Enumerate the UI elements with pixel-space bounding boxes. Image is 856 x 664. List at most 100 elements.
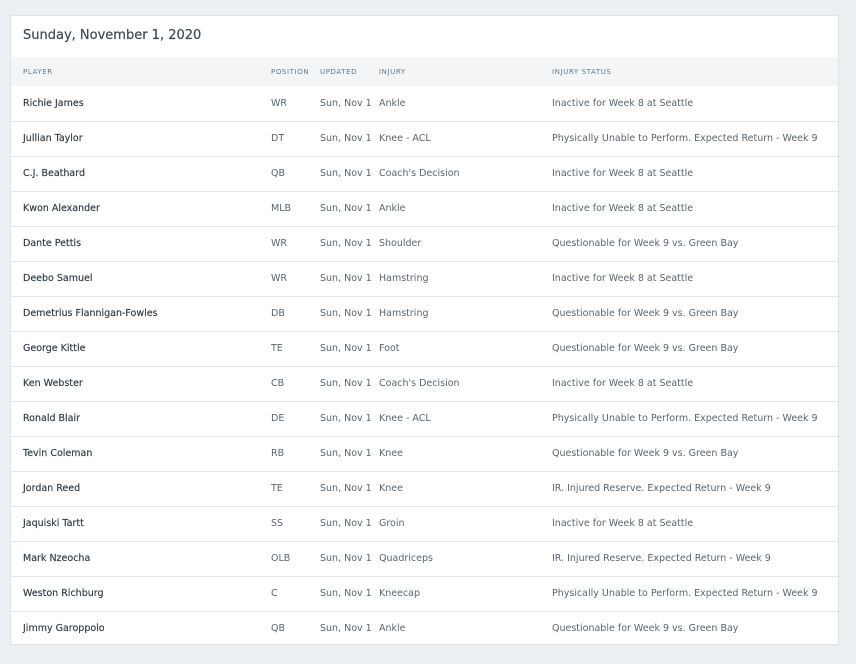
table-row: Dante Pettis WR Sun, Nov 1 Shoulder Ques… [11, 226, 838, 261]
updated-date: Sun, Nov 1 [320, 133, 372, 144]
player-name: Ken Webster [23, 378, 83, 389]
injury-status: Inactive for Week 8 at Seattle [552, 203, 694, 214]
injury-status: Inactive for Week 8 at Seattle [552, 273, 694, 284]
injury-type: Hamstring [379, 308, 429, 319]
player-position: TE [271, 343, 283, 354]
player-position: QB [271, 168, 285, 179]
column-header-injury: INJURY [379, 67, 406, 76]
injury-type: Coach's Decision [379, 168, 460, 179]
injury-status: IR. Injured Reserve. Expected Return - W… [552, 483, 771, 494]
player-position: DT [271, 133, 285, 144]
player-position: TE [271, 483, 283, 494]
injury-type: Knee - ACL [379, 413, 431, 424]
updated-date: Sun, Nov 1 [320, 273, 372, 284]
player-position: WR [271, 238, 287, 249]
injury-type: Hamstring [379, 273, 429, 284]
updated-date: Sun, Nov 1 [320, 588, 372, 599]
table-row: Mark Nzeocha OLB Sun, Nov 1 Quadriceps I… [11, 541, 838, 576]
updated-date: Sun, Nov 1 [320, 518, 372, 529]
updated-date: Sun, Nov 1 [320, 483, 372, 494]
injury-type: Knee - ACL [379, 133, 431, 144]
player-position: OLB [271, 553, 291, 564]
injury-status: Physically Unable to Perform. Expected R… [552, 413, 818, 424]
updated-date: Sun, Nov 1 [320, 238, 372, 249]
injury-status: Inactive for Week 8 at Seattle [552, 168, 694, 179]
column-header-player: PLAYER [23, 67, 53, 76]
injury-table-header: PLAYER POSITION UPDATED INJURY INJURY ST… [11, 57, 838, 86]
injury-type: Ankle [379, 203, 406, 214]
injury-status: Physically Unable to Perform. Expected R… [552, 133, 818, 144]
table-row: Jullian Taylor DT Sun, Nov 1 Knee - ACL … [11, 121, 838, 156]
injury-status: Questionable for Week 9 vs. Green Bay [552, 308, 739, 319]
player-name: George Kittle [23, 343, 86, 354]
updated-date: Sun, Nov 1 [320, 553, 372, 564]
injury-type: Ankle [379, 623, 406, 635]
player-name: Jullian Taylor [23, 133, 83, 144]
updated-date: Sun, Nov 1 [320, 203, 372, 214]
player-name: Jordan Reed [23, 483, 81, 494]
updated-date: Sun, Nov 1 [320, 623, 372, 635]
updated-date: Sun, Nov 1 [320, 97, 372, 109]
injury-status: Questionable for Week 9 vs. Green Bay [552, 343, 739, 354]
section-date-heading: Sunday, November 1, 2020 [23, 28, 202, 43]
player-position: QB [271, 623, 285, 635]
table-row: Jimmy Garoppolo QB Sun, Nov 1 Ankle Ques… [11, 611, 838, 644]
injury-type: Coach's Decision [379, 378, 460, 389]
player-position: CB [271, 378, 285, 389]
player-position: MLB [271, 203, 292, 214]
player-name: C.J. Beathard [23, 168, 86, 179]
table-row: Demetrius Flannigan-Fowles DB Sun, Nov 1… [11, 296, 838, 331]
injury-status: Inactive for Week 8 at Seattle [552, 518, 694, 529]
injury-table: PLAYER POSITION UPDATED INJURY INJURY ST… [11, 57, 838, 644]
injury-type: Knee [379, 448, 403, 459]
player-position: DB [271, 308, 285, 319]
table-row: Kwon Alexander MLB Sun, Nov 1 Ankle Inac… [11, 191, 838, 226]
player-name: Mark Nzeocha [23, 553, 91, 564]
player-position: SS [271, 518, 284, 529]
header-row: PLAYER POSITION UPDATED INJURY INJURY ST… [11, 57, 838, 86]
injury-type: Foot [379, 343, 400, 354]
player-name: Deebo Samuel [23, 273, 93, 284]
player-position: C [271, 588, 278, 599]
player-name: Demetrius Flannigan-Fowles [23, 308, 158, 319]
player-position: RB [271, 448, 285, 459]
injury-status: Physically Unable to Perform. Expected R… [552, 588, 818, 599]
updated-date: Sun, Nov 1 [320, 308, 372, 319]
player-name: Richie James [23, 97, 84, 109]
column-header-position: POSITION [271, 67, 310, 76]
injury-type: Ankle [379, 97, 406, 109]
injury-status: IR. Injured Reserve. Expected Return - W… [552, 553, 771, 564]
injury-status: Inactive for Week 8 at Seattle [552, 378, 694, 389]
table-row: Ken Webster CB Sun, Nov 1 Coach's Decisi… [11, 366, 838, 401]
table-row: Jaquiski Tartt SS Sun, Nov 1 Groin Inact… [11, 506, 838, 541]
updated-date: Sun, Nov 1 [320, 413, 372, 424]
injury-type: Quadriceps [379, 553, 433, 564]
updated-date: Sun, Nov 1 [320, 448, 372, 459]
table-row: Ronald Blair DE Sun, Nov 1 Knee - ACL Ph… [11, 401, 838, 436]
injury-status: Questionable for Week 9 vs. Green Bay [552, 623, 739, 635]
table-row: Tevin Coleman RB Sun, Nov 1 Knee Questio… [11, 436, 838, 471]
player-name: Jaquiski Tartt [23, 518, 84, 529]
injury-table-body: Richie James WR Sun, Nov 1 Ankle Inactiv… [11, 86, 838, 644]
updated-date: Sun, Nov 1 [320, 378, 372, 389]
injury-type: Groin [379, 518, 405, 529]
table-row: Deebo Samuel WR Sun, Nov 1 Hamstring Ina… [11, 261, 838, 296]
updated-date: Sun, Nov 1 [320, 343, 372, 354]
table-row: Weston Richburg C Sun, Nov 1 Kneecap Phy… [11, 576, 838, 611]
column-header-injury-status: INJURY STATUS [552, 67, 612, 76]
column-header-updated: UPDATED [320, 67, 358, 76]
injury-type: Shoulder [379, 238, 422, 249]
table-row: Jordan Reed TE Sun, Nov 1 Knee IR. Injur… [11, 471, 838, 506]
table-row: C.J. Beathard QB Sun, Nov 1 Coach's Deci… [11, 156, 838, 191]
player-name: Dante Pettis [23, 238, 82, 249]
injury-type: Kneecap [379, 588, 421, 599]
updated-date: Sun, Nov 1 [320, 168, 372, 179]
player-name: Kwon Alexander [23, 203, 100, 214]
player-position: WR [271, 97, 287, 109]
injury-report-card: Sunday, November 1, 2020 PLAYER POSITION… [10, 15, 839, 645]
player-name: Tevin Coleman [23, 448, 93, 459]
injury-status: Inactive for Week 8 at Seattle [552, 97, 694, 109]
table-row: Richie James WR Sun, Nov 1 Ankle Inactiv… [11, 86, 838, 121]
player-position: DE [271, 413, 285, 424]
injury-type: Knee [379, 483, 403, 494]
